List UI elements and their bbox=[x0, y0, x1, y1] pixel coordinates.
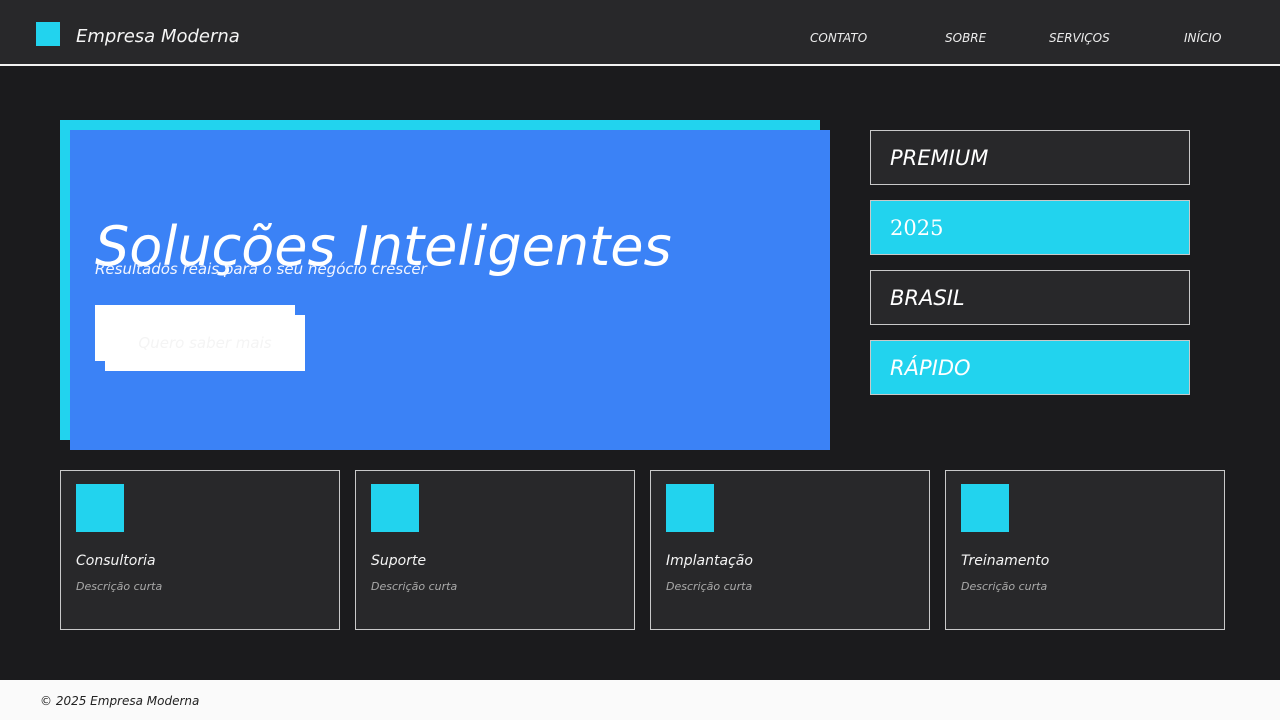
service-square-icon bbox=[961, 484, 1009, 532]
site-footer: © 2025 Empresa Moderna bbox=[0, 680, 1280, 720]
tag-rapido: RÁPIDO bbox=[870, 340, 1190, 395]
hero-subtitle: Resultados reais para o seu negócio cres… bbox=[95, 260, 427, 278]
service-card-suporte[interactable]: Suporte Descrição curta bbox=[355, 470, 635, 630]
tag-year: 2025 bbox=[870, 200, 1190, 255]
service-square-icon bbox=[371, 484, 419, 532]
square-logo-icon[interactable] bbox=[36, 22, 60, 46]
card-title: Consultoria bbox=[76, 553, 156, 569]
service-card-treinamento[interactable]: Treinamento Descrição curta bbox=[945, 470, 1225, 630]
card-title: Suporte bbox=[371, 553, 427, 569]
brand-name[interactable]: Empresa Moderna bbox=[76, 26, 240, 48]
service-square-icon bbox=[666, 484, 714, 532]
card-description: Descrição curta bbox=[371, 580, 458, 593]
card-title: Treinamento bbox=[961, 553, 1050, 569]
hero-panel: Soluções Inteligentes Resultados reais p… bbox=[70, 130, 830, 450]
cta-button-label: Quero saber mais bbox=[138, 334, 272, 352]
cta-button[interactable]: Quero saber mais bbox=[105, 315, 305, 371]
service-card-implantacao[interactable]: Implantação Descrição curta bbox=[650, 470, 930, 630]
tag-premium: PREMIUM bbox=[870, 130, 1190, 185]
card-description: Descrição curta bbox=[666, 580, 753, 593]
nav-link-servicos[interactable]: SERVIÇOS bbox=[1049, 30, 1110, 46]
footer-copyright: © 2025 Empresa Moderna bbox=[40, 694, 200, 708]
card-description: Descrição curta bbox=[76, 580, 163, 593]
nav-link-sobre[interactable]: SOBRE bbox=[945, 30, 986, 46]
service-square-icon bbox=[76, 484, 124, 532]
site-header: Empresa Moderna CONTATO SOBRE SERVIÇOS I… bbox=[0, 0, 1280, 66]
card-title: Implantação bbox=[666, 553, 753, 569]
nav-link-inicio[interactable]: INÍCIO bbox=[1184, 30, 1221, 46]
card-description: Descrição curta bbox=[961, 580, 1048, 593]
nav-link-contato[interactable]: CONTATO bbox=[810, 30, 867, 46]
tag-brasil: BRASIL bbox=[870, 270, 1190, 325]
service-card-consultoria[interactable]: Consultoria Descrição curta bbox=[60, 470, 340, 630]
